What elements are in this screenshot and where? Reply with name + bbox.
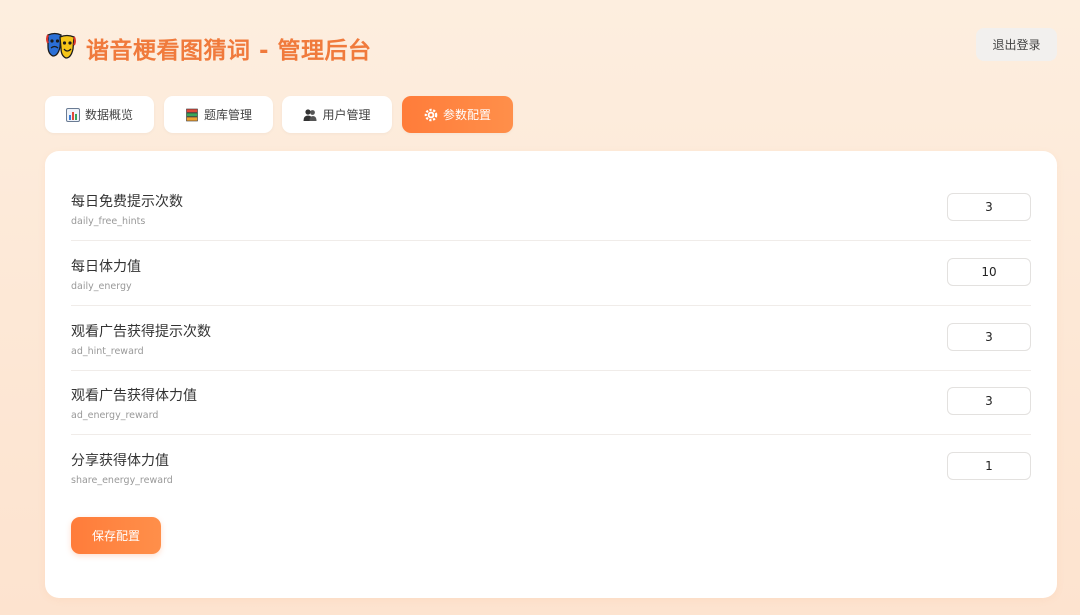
config-label: 观看广告获得提示次数: [71, 324, 211, 340]
tab-user-management[interactable]: 用户管理: [282, 96, 392, 133]
users-icon: [303, 108, 317, 122]
save-config-button[interactable]: 保存配置: [71, 517, 161, 554]
tab-label: 题库管理: [203, 108, 252, 122]
config-row-daily-free-hints: 每日免费提示次数 daily_free_hints: [71, 177, 1031, 241]
tab-data-overview[interactable]: 数据概览: [45, 96, 154, 133]
gear-icon: [424, 108, 438, 122]
config-panel: 每日免费提示次数 daily_free_hints 每日体力值 daily_en…: [45, 151, 1057, 598]
theater-masks-icon: [45, 30, 77, 62]
config-key: ad_hint_reward: [71, 346, 144, 357]
config-label: 观看广告获得体力值: [71, 388, 197, 404]
tab-label: 用户管理: [322, 108, 371, 122]
config-key: ad_energy_reward: [71, 410, 159, 421]
row-divider: [71, 240, 1031, 241]
share-energy-reward-input[interactable]: [947, 452, 1031, 480]
logout-button[interactable]: 退出登录: [976, 28, 1057, 61]
config-label: 每日免费提示次数: [71, 194, 183, 210]
config-key: daily_free_hints: [71, 216, 146, 227]
config-key: share_energy_reward: [71, 475, 173, 486]
page-title: 谐音梗看图猜词 - 管理后台: [86, 38, 372, 64]
config-label: 每日体力值: [71, 259, 141, 275]
config-key: daily_energy: [71, 281, 132, 292]
daily-free-hints-input[interactable]: [947, 193, 1031, 221]
tab-question-bank[interactable]: 题库管理: [164, 96, 273, 133]
config-label: 分享获得体力值: [71, 453, 169, 469]
header: 谐音梗看图猜词 - 管理后台 退出登录: [45, 28, 1057, 68]
books-icon: [185, 108, 199, 122]
daily-energy-input[interactable]: [947, 258, 1031, 286]
config-row-ad-energy-reward: 观看广告获得体力值 ad_energy_reward: [71, 371, 1031, 435]
ad-energy-reward-input[interactable]: [947, 387, 1031, 415]
ad-hint-reward-input[interactable]: [947, 323, 1031, 351]
tab-parameter-config[interactable]: 参数配置: [402, 96, 513, 133]
row-divider: [71, 305, 1031, 306]
config-row-share-energy-reward: 分享获得体力值 share_energy_reward: [71, 436, 1031, 500]
config-row-ad-hint-reward: 观看广告获得提示次数 ad_hint_reward: [71, 307, 1031, 371]
row-divider: [71, 434, 1031, 435]
tab-label: 数据概览: [84, 108, 133, 122]
config-row-daily-energy: 每日体力值 daily_energy: [71, 242, 1031, 306]
bar-chart-icon: [65, 107, 80, 122]
tab-label: 参数配置: [442, 108, 491, 122]
